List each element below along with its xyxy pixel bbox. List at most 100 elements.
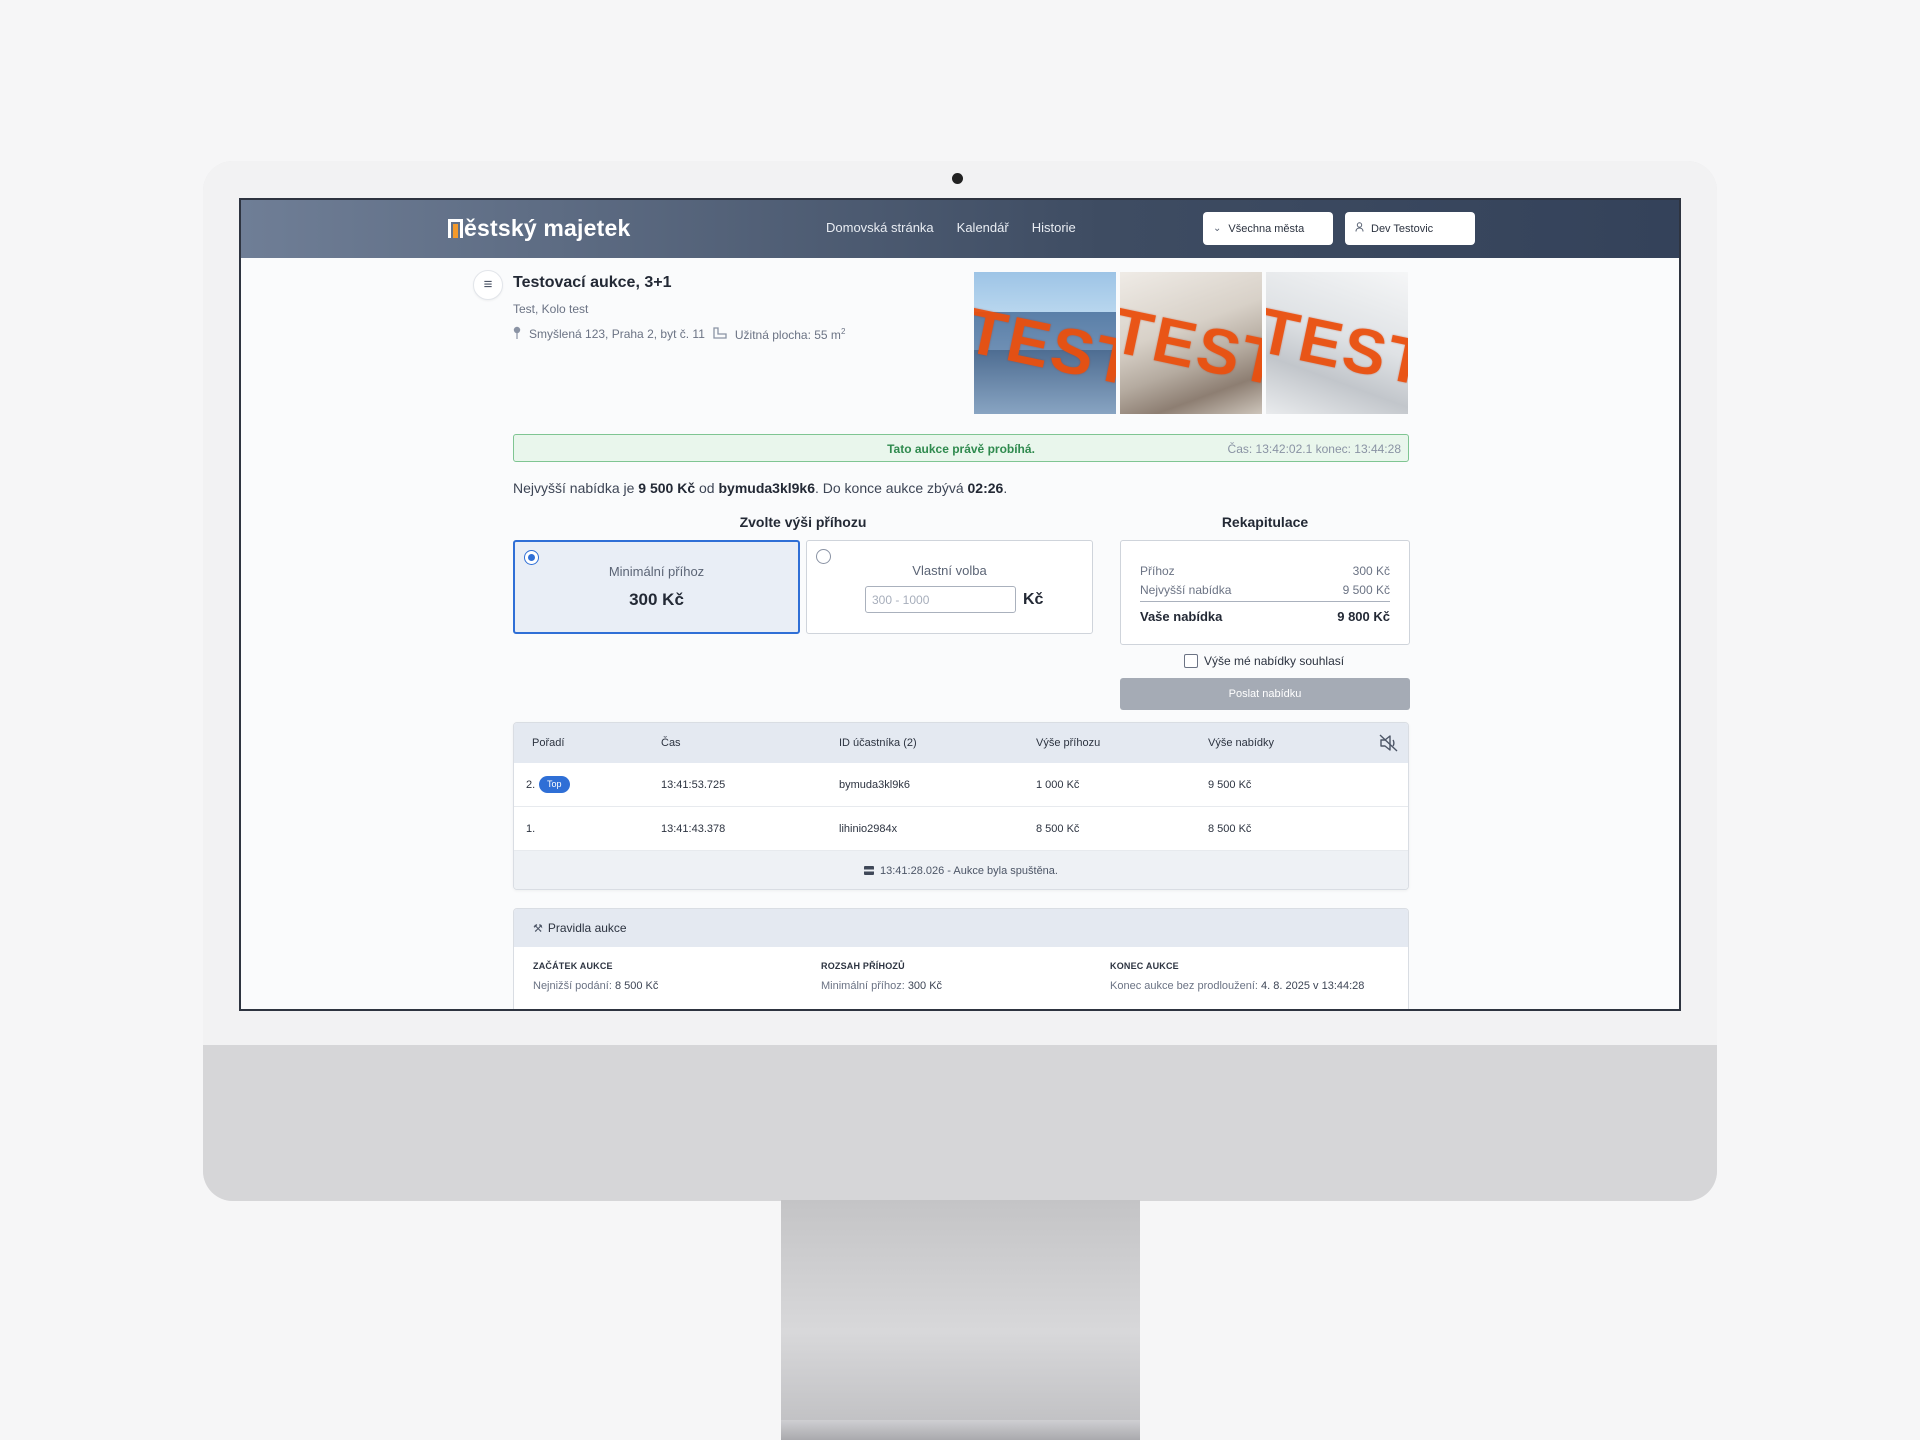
auction-subtitle: Test, Kolo test xyxy=(513,302,589,316)
bid-amount: 8 500 Kč xyxy=(1208,823,1252,835)
rules-end-column: KONEC AUKCE Konec aukce bez prodloužení:… xyxy=(1110,961,1364,1001)
column-header-increment: Výše příhozu xyxy=(1036,737,1101,749)
recap-box: Příhoz 300 Kč Nejvyšší nabídka 9 500 Kč … xyxy=(1120,540,1410,645)
auction-meta: Smyšlená 123, Praha 2, byt č. 11 Užitná … xyxy=(513,326,845,342)
rules-header[interactable]: ⚒ Pravidla aukce xyxy=(514,909,1408,947)
auction-start-text: 13:41:28.026 - Aukce byla spuštěna. xyxy=(880,865,1058,877)
highest-bid-amount: 9 500 Kč xyxy=(638,480,696,496)
agree-checkbox-row[interactable]: Výše mé nabídky souhlasí xyxy=(1184,654,1344,668)
property-photo-3[interactable]: TEST xyxy=(1266,272,1408,414)
photo-stamp: TEST xyxy=(1120,293,1262,401)
bid-increment: 8 500 Kč xyxy=(1036,823,1080,835)
user-name: Dev Testovic xyxy=(1371,222,1434,235)
send-bid-button[interactable]: Poslat nabídku xyxy=(1120,678,1410,710)
rules-range-label: Minimální příhoz: xyxy=(821,980,908,992)
bids-table-header: Pořadí Čas ID účastníka (2) Výše příhozu… xyxy=(514,723,1408,763)
rules-title: ⚒ Pravidla aukce xyxy=(533,921,627,935)
photo-stamp: TEST xyxy=(1266,293,1408,401)
server-icon xyxy=(864,866,875,875)
highest-bid-summary: Nejvyšší nabídka je 9 500 Kč od bymuda3k… xyxy=(513,480,1007,496)
custom-increment-unit: Kč xyxy=(1023,591,1044,608)
recap-value: 9 500 Kč xyxy=(1342,583,1390,597)
map-pin-icon xyxy=(513,326,521,342)
user-icon xyxy=(1355,222,1364,235)
site-logo[interactable]: ěstský majetek xyxy=(448,215,630,241)
rules-end-label: Konec aukce bez prodloužení: xyxy=(1110,980,1262,992)
monitor-stand xyxy=(781,1200,1140,1440)
auction-start-log: 13:41:28.026 - Aukce byla spuštěna. xyxy=(514,851,1408,889)
column-header-time: Čas xyxy=(661,737,681,749)
custom-increment-label: Vlastní volba xyxy=(912,563,987,578)
bid-order: 1. xyxy=(526,823,536,835)
property-photo-2[interactable]: TEST xyxy=(1120,272,1262,414)
column-header-order: Pořadí xyxy=(532,737,565,749)
property-photo-1[interactable]: TEST xyxy=(974,272,1116,414)
rules-range-column: ROZSAH PŘÍHOZŮ Minimální příhoz: 300 Kč xyxy=(821,961,942,1001)
rules-end-date: 4. 8. 2025 v 13:44:28 xyxy=(1261,980,1365,992)
min-increment-option[interactable]: Minimální příhoz 300 Kč xyxy=(513,540,800,634)
min-increment-value: 300 Kč xyxy=(629,590,684,609)
status-time: Čas: 13:42:02.1 konec: 13:44:28 xyxy=(1227,442,1401,456)
photo-stamp: TEST xyxy=(974,293,1116,401)
time-left: 02:26 xyxy=(967,480,1004,496)
monitor-stand-foot xyxy=(781,1420,1140,1440)
recap-label: Vaše nabídka xyxy=(1140,609,1223,624)
recap-row-your-bid: Vaše nabídka 9 800 Kč xyxy=(1140,609,1390,624)
auction-status-bar: Tato aukce právě probíhá. Čas: 13:42:02.… xyxy=(513,434,1409,462)
recap-row-highest: Nejvyšší nabídka 9 500 Kč xyxy=(1140,583,1390,602)
auction-area: Užitná plocha: 55 m2 xyxy=(735,327,846,342)
custom-increment-radio[interactable] xyxy=(816,549,831,564)
ruler-icon xyxy=(713,326,727,342)
rules-start-label: Nejnižší podání: xyxy=(533,980,615,992)
rules-end-heading: KONEC AUKCE xyxy=(1110,961,1179,971)
auction-title: Testovací aukce, 3+1 xyxy=(513,274,672,291)
custom-increment-option[interactable]: Vlastní volba Kč xyxy=(806,540,1093,634)
table-row: 2. Top 13:41:53.725 bymuda3kl9k6 1 000 K… xyxy=(514,763,1408,807)
highest-bidder: bymuda3kl9k6 xyxy=(718,480,815,496)
bid-order: 2. xyxy=(526,779,536,791)
recap-value: 300 Kč xyxy=(1352,564,1390,578)
bids-table: Pořadí Čas ID účastníka (2) Výše příhozu… xyxy=(513,722,1409,890)
rules-end-value: Konec aukce bez prodloužení: 4. 8. 2025 … xyxy=(1110,980,1364,992)
bid-time: 13:41:43.378 xyxy=(661,823,726,835)
auction-area-text: Užitná plocha: 55 m xyxy=(734,327,841,342)
nav-link-history[interactable]: Historie xyxy=(1032,220,1076,235)
monitor-chin xyxy=(203,1045,1717,1201)
auction-area-sup: 2 xyxy=(840,326,846,336)
rules-start-value: Nejnižší podání: 8 500 Kč xyxy=(533,980,658,992)
highest-bid-end: . xyxy=(1003,480,1008,496)
bid-increment: 1 000 Kč xyxy=(1036,779,1080,791)
recap-value: 9 800 Kč xyxy=(1337,609,1390,624)
rules-start-column: ZAČÁTEK AUKCE Nejnižší podání: 8 500 Kč xyxy=(533,961,658,1001)
top-badge: Top xyxy=(539,776,570,793)
rules-start-heading: ZAČÁTEK AUKCE xyxy=(533,961,613,971)
camera-icon xyxy=(952,173,963,184)
highest-bid-prefix: Nejvyšší nabídka je xyxy=(513,480,639,496)
min-increment-radio[interactable] xyxy=(524,550,539,565)
hamburger-menu-icon[interactable]: ≡ xyxy=(473,270,503,300)
city-select[interactable]: ⌄ Všechna města xyxy=(1203,212,1333,245)
bid-time: 13:41:53.725 xyxy=(661,779,726,791)
bid-participant: bymuda3kl9k6 xyxy=(839,779,910,791)
increment-section-title: Zvolte výši příhozu xyxy=(739,514,867,530)
nav-link-home[interactable]: Domovská stránka xyxy=(826,220,934,235)
rules-range-heading: ROZSAH PŘÍHOZŮ xyxy=(821,961,905,971)
logo-mark-icon xyxy=(448,218,463,238)
nav-link-calendar[interactable]: Kalendář xyxy=(957,220,1009,235)
bid-amount: 9 500 Kč xyxy=(1208,779,1252,791)
browser-screen: ěstský majetek Domovská stránka Kalendář… xyxy=(239,198,1681,1011)
table-row: 1. 13:41:43.378 lihinio2984x 8 500 Kč 8 … xyxy=(514,807,1408,851)
agree-checkbox[interactable] xyxy=(1184,654,1198,668)
recap-label: Příhoz xyxy=(1140,564,1175,578)
chevron-down-icon: ⌄ xyxy=(1213,223,1222,234)
sound-off-icon[interactable] xyxy=(1378,733,1400,753)
rules-title-text: Pravidla aukce xyxy=(547,921,627,935)
user-menu[interactable]: Dev Testovic xyxy=(1345,212,1475,245)
rules-start-amount: 8 500 Kč xyxy=(614,980,659,992)
bid-participant: lihinio2984x xyxy=(839,823,898,835)
rules-range-amount: 300 Kč xyxy=(907,980,943,992)
column-header-participant: ID účastníka (2) xyxy=(839,737,917,749)
custom-increment-input[interactable] xyxy=(865,586,1016,613)
recap-title: Rekapitulace xyxy=(1221,514,1309,530)
min-increment-label: Minimální příhoz xyxy=(608,564,705,579)
